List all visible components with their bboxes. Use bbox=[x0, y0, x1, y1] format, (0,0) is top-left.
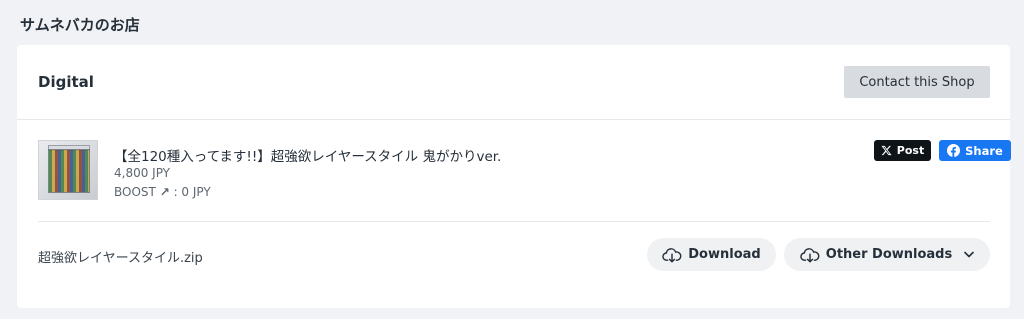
other-downloads-label: Other Downloads bbox=[825, 247, 953, 262]
x-logo-icon bbox=[881, 145, 892, 156]
download-label: Download bbox=[688, 247, 761, 262]
item-card: Digital Contact this Shop 【全120種入ってます!!】… bbox=[17, 45, 1011, 308]
divider bbox=[38, 221, 990, 222]
boost-info: BOOST ↗ : 0 JPY bbox=[114, 185, 211, 199]
cloud-download-icon bbox=[800, 247, 820, 263]
x-post-button[interactable]: Post bbox=[874, 140, 931, 161]
facebook-share-label: Share bbox=[965, 143, 1003, 158]
thumbnail-box-art bbox=[48, 149, 90, 193]
card-header: Digital Contact this Shop bbox=[17, 45, 1010, 120]
x-post-label: Post bbox=[896, 144, 925, 157]
card-title: Digital bbox=[38, 73, 94, 91]
boost-arrow-icon: ↗ bbox=[159, 185, 170, 199]
facebook-icon bbox=[947, 144, 961, 157]
product-price: 4,800 JPY bbox=[114, 166, 171, 180]
shop-name: サムネバカのお店 bbox=[20, 16, 140, 34]
file-name: 超強欲レイヤースタイル.zip bbox=[38, 251, 203, 266]
facebook-share-button[interactable]: Share bbox=[939, 140, 1011, 161]
product-item: 【全120種入ってます!!】超強欲レイヤースタイル 鬼がかりver. 4,800… bbox=[38, 140, 1011, 202]
cloud-download-icon bbox=[662, 247, 682, 263]
contact-shop-button[interactable]: Contact this Shop bbox=[844, 66, 990, 98]
chevron-down-icon bbox=[964, 251, 975, 258]
product-thumbnail[interactable] bbox=[38, 140, 98, 200]
product-title[interactable]: 【全120種入ってます!!】超強欲レイヤースタイル 鬼がかりver. bbox=[114, 145, 501, 165]
boost-value: : 0 JPY bbox=[173, 185, 211, 199]
download-button[interactable]: Download bbox=[647, 238, 776, 271]
boost-label: BOOST bbox=[114, 185, 156, 199]
other-downloads-button[interactable]: Other Downloads bbox=[784, 238, 990, 271]
